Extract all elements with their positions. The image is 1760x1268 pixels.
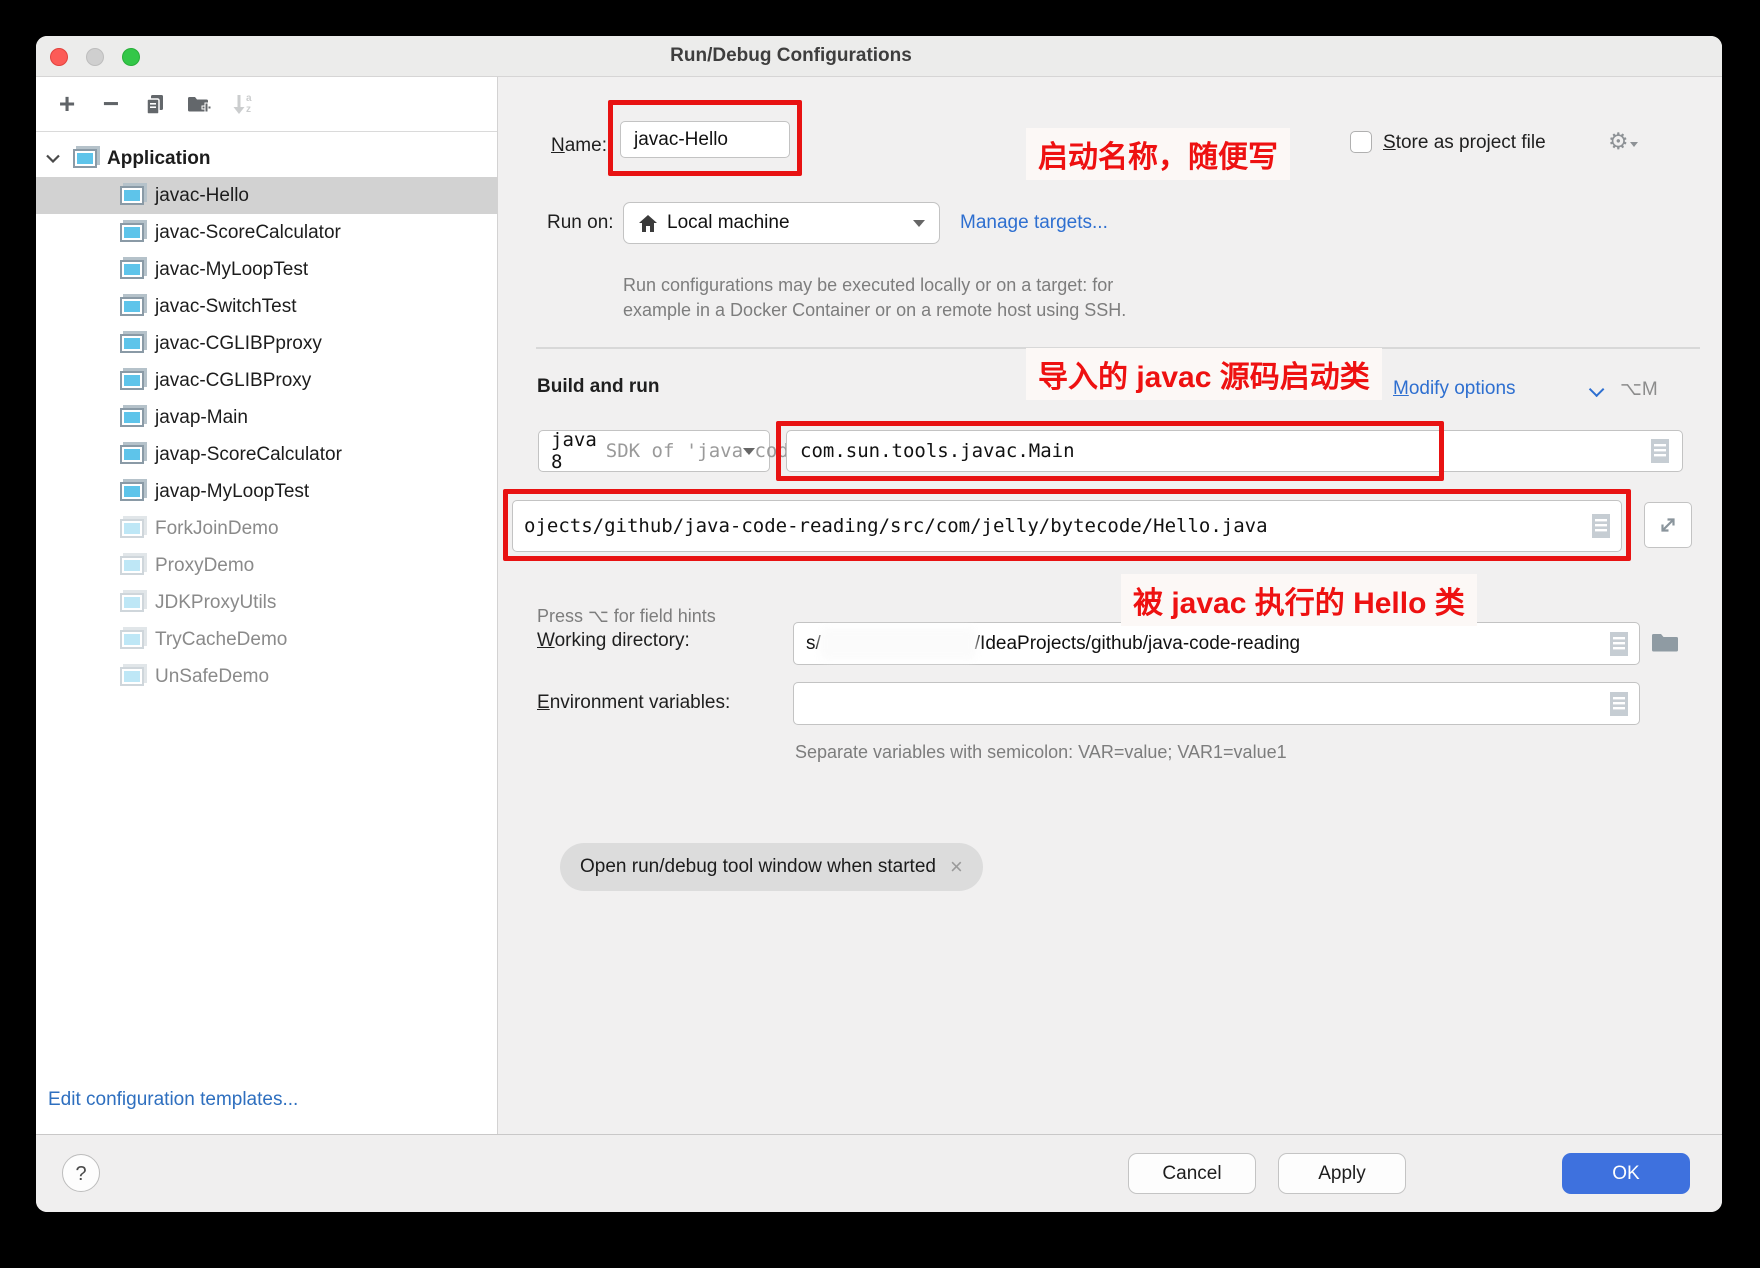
insert-macros-icon[interactable] — [1609, 631, 1629, 657]
tree-item[interactable]: javac-CGLIBProxy — [36, 362, 497, 399]
application-run-config-icon — [120, 556, 144, 575]
modify-options-link[interactable]: Modify options — [1393, 378, 1516, 400]
svg-text:z: z — [246, 104, 251, 115]
jre-select[interactable]: java 8 SDK of 'java-code — [538, 430, 770, 472]
application-run-config-icon — [120, 630, 144, 649]
annotation-args-note: 被 javac 执行的 Hello 类 — [1121, 574, 1477, 626]
application-run-config-icon — [120, 667, 144, 686]
configurations-tree: Application javac-Hello javac-ScoreCalcu… — [36, 140, 497, 695]
sort-configurations-icon[interactable]: az — [228, 89, 258, 119]
chevron-down-icon — [913, 220, 925, 227]
annotation-main-class-note: 导入的 javac 源码启动类 — [1026, 348, 1382, 400]
tree-group-application[interactable]: Application — [36, 140, 497, 177]
expand-field-button[interactable] — [1644, 502, 1692, 548]
program-arguments-input[interactable]: ojects/github/java-code-reading/src/com/… — [512, 500, 1622, 552]
tree-item[interactable]: javac-SwitchTest — [36, 288, 497, 325]
store-as-project-file-label: Store as project file — [1383, 132, 1546, 154]
screenshot-stage: Run/Debug Configurations + − az — [0, 0, 1760, 1268]
tree-item[interactable]: javac-ScoreCalculator — [36, 214, 497, 251]
tree-item-javac-hello[interactable]: javac-Hello — [36, 177, 497, 214]
tree-item-temporary[interactable]: JDKProxyUtils — [36, 584, 497, 621]
tree-item[interactable]: javac-CGLIBPproxy — [36, 325, 497, 362]
application-run-config-icon — [120, 334, 144, 353]
apply-button[interactable]: Apply — [1278, 1153, 1406, 1194]
main-class-input[interactable]: com.sun.tools.javac.Main — [786, 430, 1683, 472]
configurations-sidebar: + − az Application javac-Hello — [36, 77, 498, 1135]
application-run-config-icon — [120, 223, 144, 242]
expand-icon — [1655, 512, 1681, 538]
application-run-config-icon — [120, 371, 144, 390]
home-icon — [638, 214, 658, 233]
tree-item-temporary[interactable]: ForkJoinDemo — [36, 510, 497, 547]
application-run-config-icon — [120, 519, 144, 538]
svg-text:a: a — [246, 93, 252, 104]
cancel-button[interactable]: Cancel — [1128, 1153, 1256, 1194]
close-icon[interactable]: × — [950, 854, 963, 880]
tree-item-temporary[interactable]: ProxyDemo — [36, 547, 497, 584]
gear-icon[interactable]: ⚙ — [1608, 128, 1638, 155]
dialog-footer: ? Cancel Apply OK — [36, 1134, 1722, 1212]
run-on-select[interactable]: Local machine — [623, 202, 940, 244]
environment-variables-hint: Separate variables with semicolon: VAR=v… — [795, 742, 1287, 763]
application-run-config-icon — [120, 445, 144, 464]
environment-variables-input[interactable] — [793, 682, 1640, 725]
dialog-title: Run/Debug Configurations — [36, 36, 1546, 76]
application-run-config-icon — [120, 260, 144, 279]
redacted-username — [823, 631, 973, 657]
application-run-config-icon — [120, 482, 144, 501]
modify-options-shortcut: ⌥M — [1620, 378, 1658, 401]
tree-item-temporary[interactable]: TryCacheDemo — [36, 621, 497, 658]
working-directory-label: Working directory: — [537, 630, 690, 652]
chevron-down-icon — [1589, 382, 1605, 398]
tree-item[interactable]: javap-MyLoopTest — [36, 473, 497, 510]
field-hints-text: Press ⌥ for field hints — [537, 606, 716, 627]
run-on-help-line2: example in a Docker Container or on a re… — [623, 300, 1126, 321]
run-on-label: Run on: — [547, 212, 614, 234]
tree-item-temporary[interactable]: UnSafeDemo — [36, 658, 497, 695]
edit-configuration-templates-link[interactable]: Edit configuration templates... — [48, 1089, 298, 1111]
remove-configuration-icon[interactable]: − — [96, 89, 126, 119]
title-bar: Run/Debug Configurations — [36, 36, 1722, 77]
application-run-config-icon — [120, 593, 144, 612]
chevron-down-icon[interactable] — [45, 154, 61, 163]
manage-targets-link[interactable]: Manage targets... — [960, 212, 1108, 234]
application-run-config-icon — [120, 408, 144, 427]
tree-item[interactable]: javap-ScoreCalculator — [36, 436, 497, 473]
build-and-run-heading: Build and run — [537, 376, 659, 398]
copy-configuration-icon[interactable] — [140, 89, 170, 119]
insert-macros-icon[interactable] — [1650, 438, 1670, 464]
ok-button[interactable]: OK — [1562, 1153, 1690, 1194]
application-run-config-icon — [120, 297, 144, 316]
tree-item[interactable]: javap-Main — [36, 399, 497, 436]
environment-variables-label: Environment variables: — [537, 692, 730, 714]
name-input[interactable]: javac-Hello — [620, 121, 790, 158]
run-debug-configurations-dialog: Run/Debug Configurations + − az — [36, 36, 1722, 1212]
store-as-project-file-checkbox[interactable] — [1350, 131, 1372, 153]
sidebar-toolbar: + − az — [36, 77, 497, 132]
new-folder-icon[interactable] — [184, 89, 214, 119]
working-directory-input[interactable]: s//IdeaProjects/github/java-code-reading — [793, 622, 1640, 665]
application-run-config-icon — [120, 186, 144, 205]
help-button[interactable]: ? — [62, 1154, 100, 1192]
open-tool-window-chip[interactable]: Open run/debug tool window when started … — [560, 843, 983, 891]
tree-item[interactable]: javac-MyLoopTest — [36, 251, 497, 288]
application-type-icon — [73, 149, 97, 168]
name-label: Name: — [551, 135, 607, 157]
insert-macros-icon[interactable] — [1609, 691, 1629, 717]
tree-group-label: Application — [107, 148, 210, 170]
add-configuration-icon[interactable]: + — [52, 89, 82, 119]
annotation-name-note: 启动名称，随便写 — [1026, 128, 1290, 180]
browse-folder-icon[interactable] — [1650, 630, 1680, 656]
chevron-down-icon — [743, 448, 755, 455]
run-on-help-line1: Run configurations may be executed local… — [623, 275, 1113, 296]
insert-macros-icon[interactable] — [1591, 513, 1611, 539]
